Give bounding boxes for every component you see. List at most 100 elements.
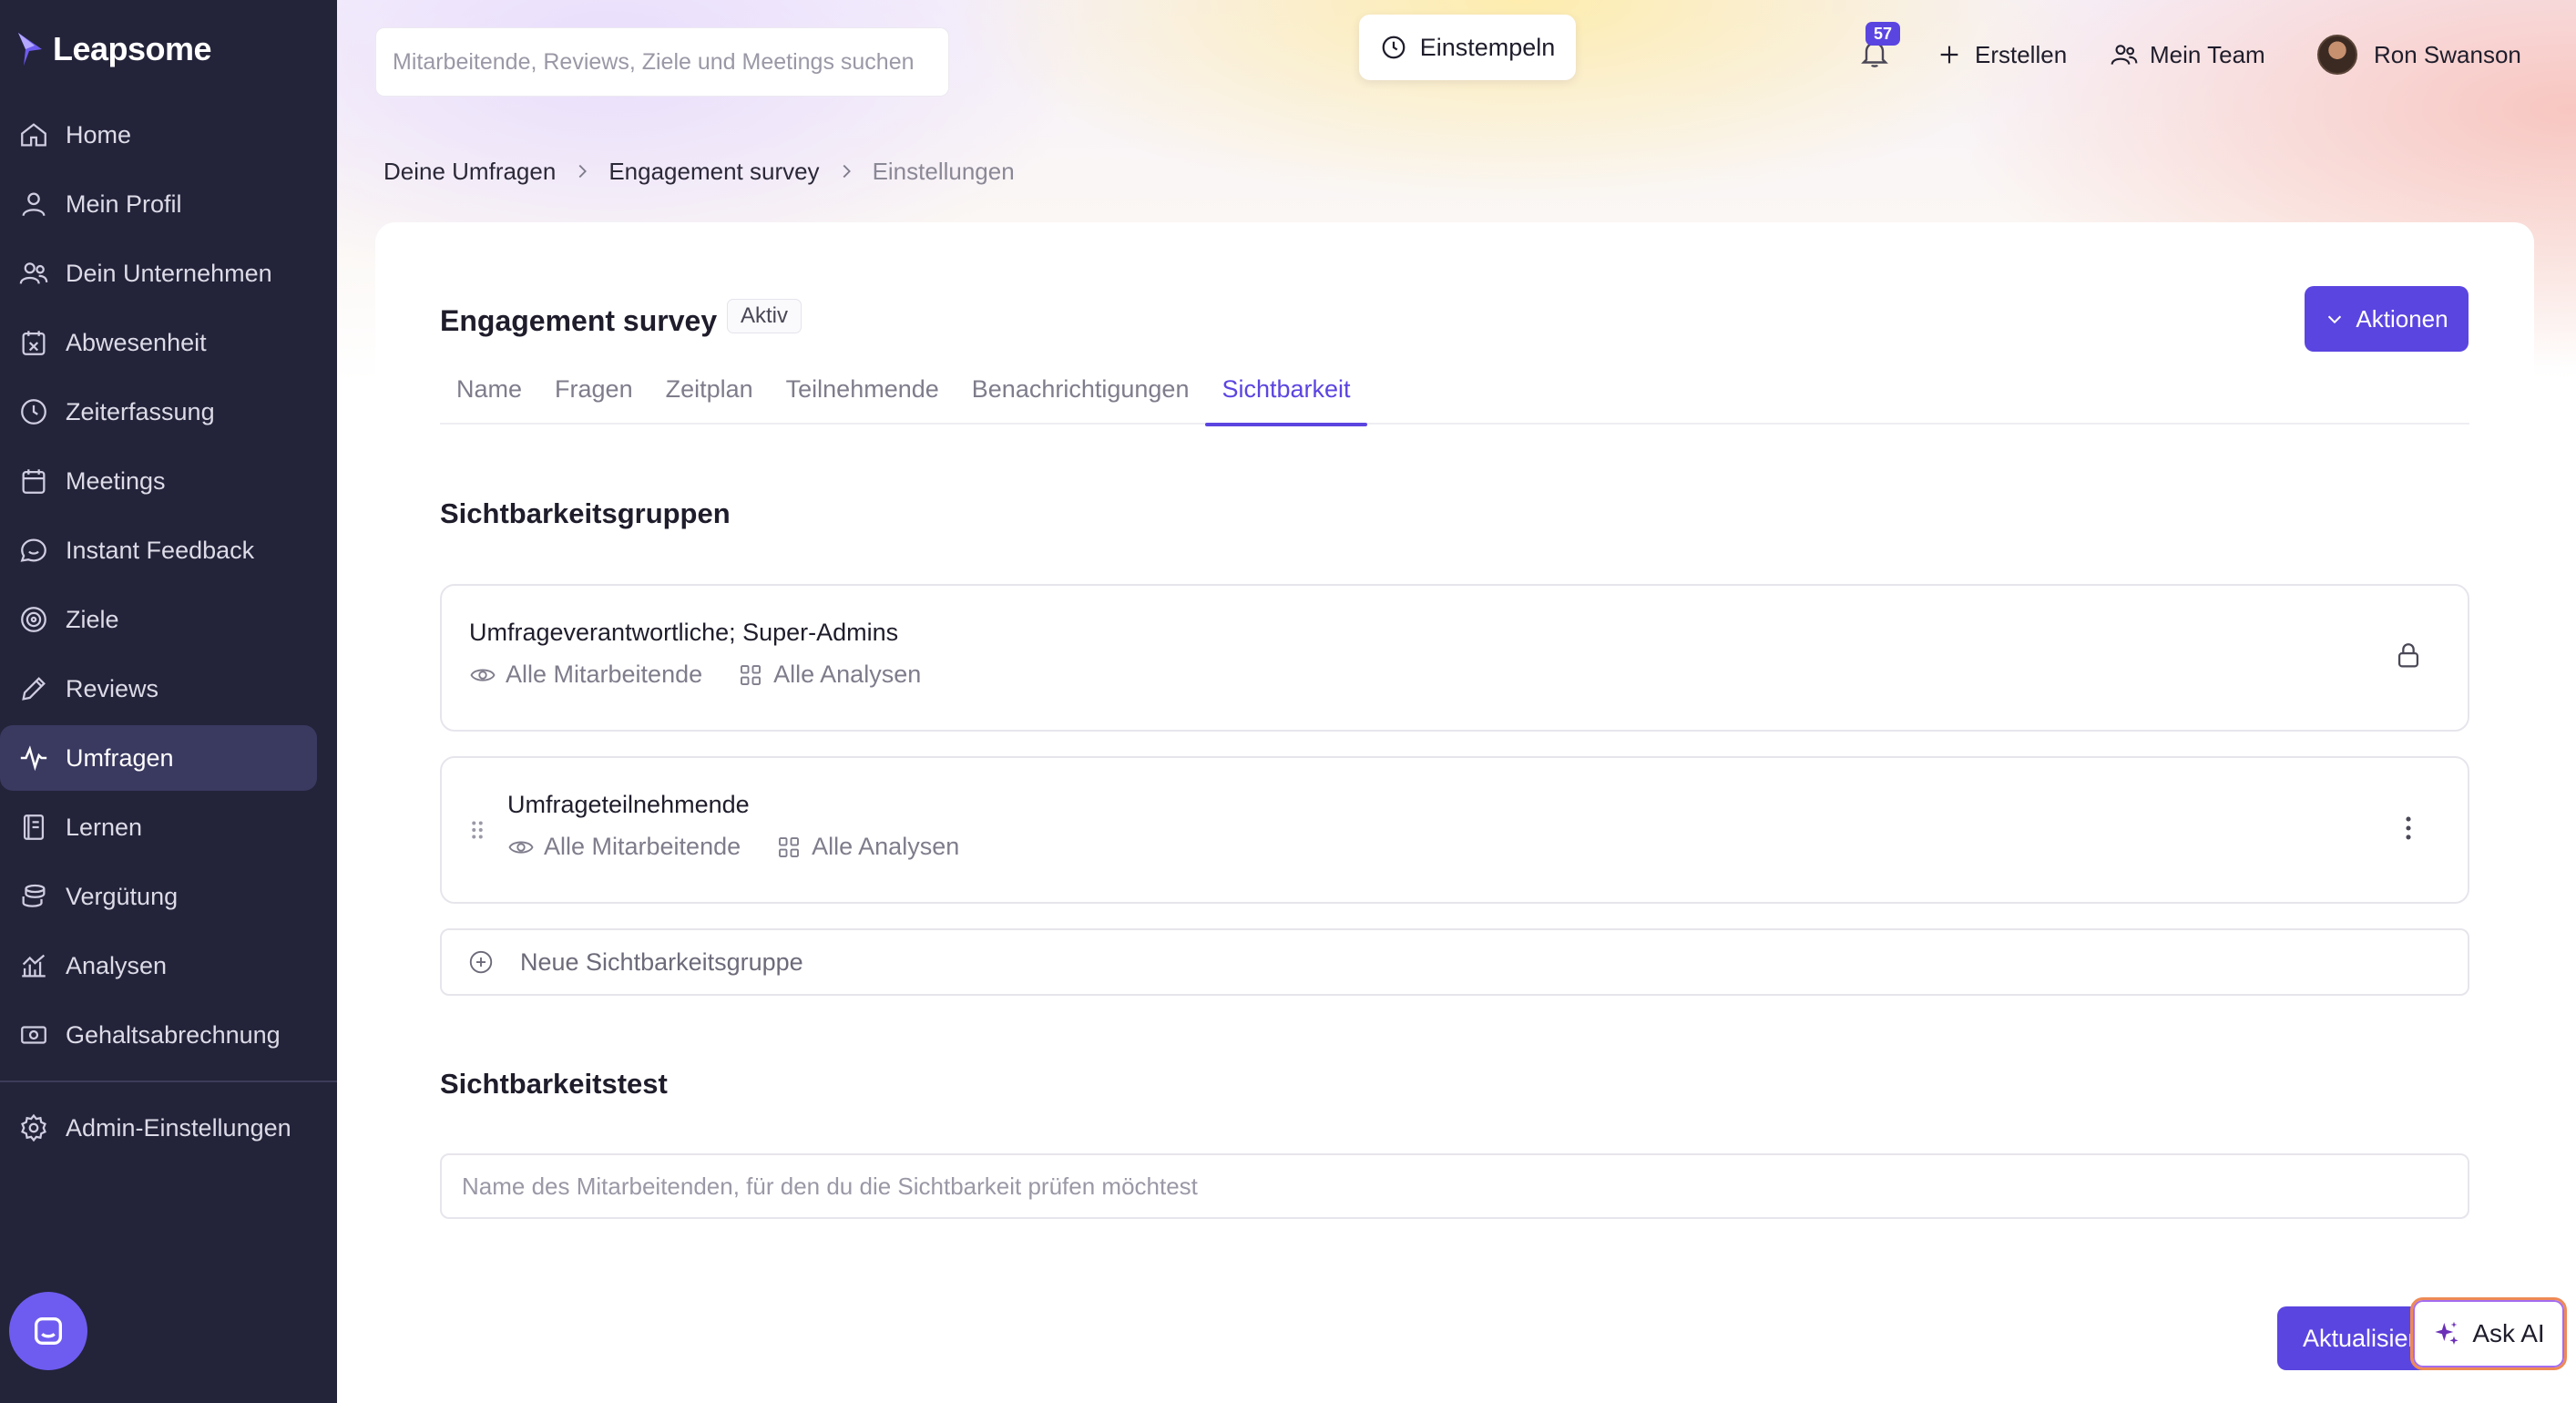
pencil-icon xyxy=(22,677,46,701)
sidebar-item-label: Abwesenheit xyxy=(66,328,207,356)
sidebar-item-instant-feedback[interactable]: Instant Feedback xyxy=(0,517,317,583)
sidebar-item-label: Admin-Einstellungen xyxy=(66,1113,291,1142)
user-icon xyxy=(22,192,46,217)
sidebar-item-label: Home xyxy=(66,120,132,148)
sidebar-item-label: Mein Profil xyxy=(66,189,182,218)
breadcrumb: Deine Umfragen Engagement survey Einstel… xyxy=(383,153,1015,189)
new-visibility-group-label: Neue Sichtbarkeitsgruppe xyxy=(520,947,803,976)
clock-icon xyxy=(1382,36,1406,59)
new-visibility-group-button[interactable]: Neue Sichtbarkeitsgruppe xyxy=(440,928,2469,996)
sidebar-item-analytics[interactable]: Analysen xyxy=(0,933,317,998)
sidebar-item-payroll[interactable]: Gehaltsabrechnung xyxy=(0,1002,317,1068)
users-icon xyxy=(19,262,48,284)
grid-icon xyxy=(779,836,800,857)
money-icon xyxy=(21,1026,46,1044)
visibility-groups-heading: Sichtbarkeitsgruppen xyxy=(440,497,731,529)
sidebar-item-profile[interactable]: Mein Profil xyxy=(0,171,317,237)
my-team-label: Mein Team xyxy=(2150,40,2265,68)
tab-participants[interactable]: Teilnehmende xyxy=(770,368,956,425)
sidebar-item-label: Ziele xyxy=(66,605,119,633)
breadcrumb-surveys[interactable]: Deine Umfragen xyxy=(383,158,556,186)
sidebar-nav: Home Mein Profil Dein Unternehmen Abwese… xyxy=(0,102,337,1071)
create-button[interactable]: Erstellen xyxy=(1935,35,2067,75)
my-team-button[interactable]: Mein Team xyxy=(2110,35,2265,75)
brand-logo[interactable]: Leapsome xyxy=(15,27,212,71)
sidebar-item-label: Umfragen xyxy=(66,743,174,772)
sidebar-item-absence[interactable]: Abwesenheit xyxy=(0,310,317,375)
create-label: Erstellen xyxy=(1975,40,2068,68)
plus-icon xyxy=(1940,46,1958,64)
grid-icon xyxy=(741,664,762,685)
chat-bubble-icon xyxy=(35,1317,62,1345)
tab-name[interactable]: Name xyxy=(440,368,538,425)
home-icon xyxy=(21,123,46,147)
visibility-group-card[interactable]: Umfrageverantwortliche; Super-Admins All… xyxy=(440,584,2469,732)
sidebar-item-home[interactable]: Home xyxy=(0,102,317,168)
status-badge: Aktiv xyxy=(727,299,802,333)
employees-scope: Alle Mitarbeitende xyxy=(544,833,741,860)
global-search[interactable] xyxy=(375,27,949,97)
support-chat-button[interactable] xyxy=(9,1292,87,1370)
user-name: Ron Swanson xyxy=(2374,40,2521,68)
sidebar-item-label: Lernen xyxy=(66,813,143,841)
settings-tabs: Name Fragen Zeitplan Teilnehmende Benach… xyxy=(440,368,2469,426)
team-icon xyxy=(2111,45,2138,65)
breadcrumb-settings: Einstellungen xyxy=(872,157,1015,185)
sidebar-item-label: Zeiterfassung xyxy=(66,397,215,425)
employees-scope: Alle Mitarbeitende xyxy=(506,661,703,688)
breadcrumb-engagement-survey[interactable]: Engagement survey xyxy=(608,158,819,186)
sidebar-item-label: Gehaltsabrechnung xyxy=(66,1020,281,1049)
employee-name-input[interactable] xyxy=(462,1172,2468,1201)
visibility-group-card[interactable]: Umfrageteilnehmende Alle Mitarbeitende A… xyxy=(440,756,2469,904)
sidebar-item-label: Analysen xyxy=(66,951,168,979)
ask-ai-label: Ask AI xyxy=(2472,1319,2545,1347)
search-input[interactable] xyxy=(393,48,948,76)
eye-icon xyxy=(508,840,534,854)
clock-in-label: Einstempeln xyxy=(1419,33,1556,61)
visibility-group-meta: Alle Mitarbeitende Alle Analysen xyxy=(469,661,921,689)
sidebar: Leapsome Home Mein Profil Dein Unternehm… xyxy=(0,0,337,1403)
sidebar-item-meetings[interactable]: Meetings xyxy=(0,448,317,514)
tab-questions[interactable]: Fragen xyxy=(538,368,649,425)
visibility-group-meta: Alle Mitarbeitende Alle Analysen xyxy=(507,833,959,861)
gear-icon xyxy=(21,1113,46,1142)
sidebar-item-compensation[interactable]: Vergütung xyxy=(0,864,317,929)
analyses-scope: Alle Analysen xyxy=(812,833,960,860)
actions-button[interactable]: Aktionen xyxy=(2305,286,2469,352)
page-title: Engagement survey xyxy=(440,304,718,337)
chevron-right-icon xyxy=(843,164,851,179)
sidebar-item-time-tracking[interactable]: Zeiterfassung xyxy=(0,379,317,445)
analyses-scope: Alle Analysen xyxy=(773,661,922,688)
notification-count-badge: 57 xyxy=(1866,22,1900,46)
sparkle-icon xyxy=(2435,1321,2458,1345)
clock-in-button[interactable]: Einstempeln xyxy=(1359,15,1576,80)
sidebar-item-admin-settings[interactable]: Admin-Einstellungen xyxy=(0,1095,317,1161)
actions-label: Aktionen xyxy=(2356,304,2448,333)
leapsome-logo-icon xyxy=(18,33,42,66)
tab-schedule[interactable]: Zeitplan xyxy=(649,368,770,425)
calendar-icon xyxy=(22,469,46,494)
brand-name: Leapsome xyxy=(53,30,212,67)
visibility-group-name: Umfrageverantwortliche; Super-Admins xyxy=(469,619,899,646)
survey-settings-card: Engagement survey Aktiv Aktionen Name Fr… xyxy=(375,222,2534,1403)
ask-ai-button[interactable]: Ask AI xyxy=(2410,1297,2567,1370)
clock-icon xyxy=(21,399,46,425)
sidebar-item-goals[interactable]: Ziele xyxy=(0,587,317,652)
user-menu[interactable]: Ron Swanson xyxy=(2317,31,2521,78)
chevron-down-icon xyxy=(2328,315,2342,324)
visibility-test-field[interactable] xyxy=(440,1153,2469,1219)
sidebar-item-learning[interactable]: Lernen xyxy=(0,794,317,860)
more-options-icon[interactable] xyxy=(2393,813,2424,844)
avatar xyxy=(2317,35,2357,75)
tab-notifications[interactable]: Benachrichtigungen xyxy=(956,368,1206,425)
chat-icon xyxy=(20,538,46,562)
calendar-x-icon xyxy=(22,331,46,355)
sidebar-item-reviews[interactable]: Reviews xyxy=(0,656,317,722)
lock-icon xyxy=(2397,643,2419,668)
chevron-right-icon xyxy=(578,164,588,179)
tab-visibility[interactable]: Sichtbarkeit xyxy=(1205,368,1367,426)
plus-circle-icon xyxy=(469,950,493,974)
sidebar-item-company[interactable]: Dein Unternehmen xyxy=(0,241,317,306)
drag-handle-icon[interactable] xyxy=(464,816,491,844)
sidebar-item-surveys[interactable]: Umfragen xyxy=(0,725,317,791)
